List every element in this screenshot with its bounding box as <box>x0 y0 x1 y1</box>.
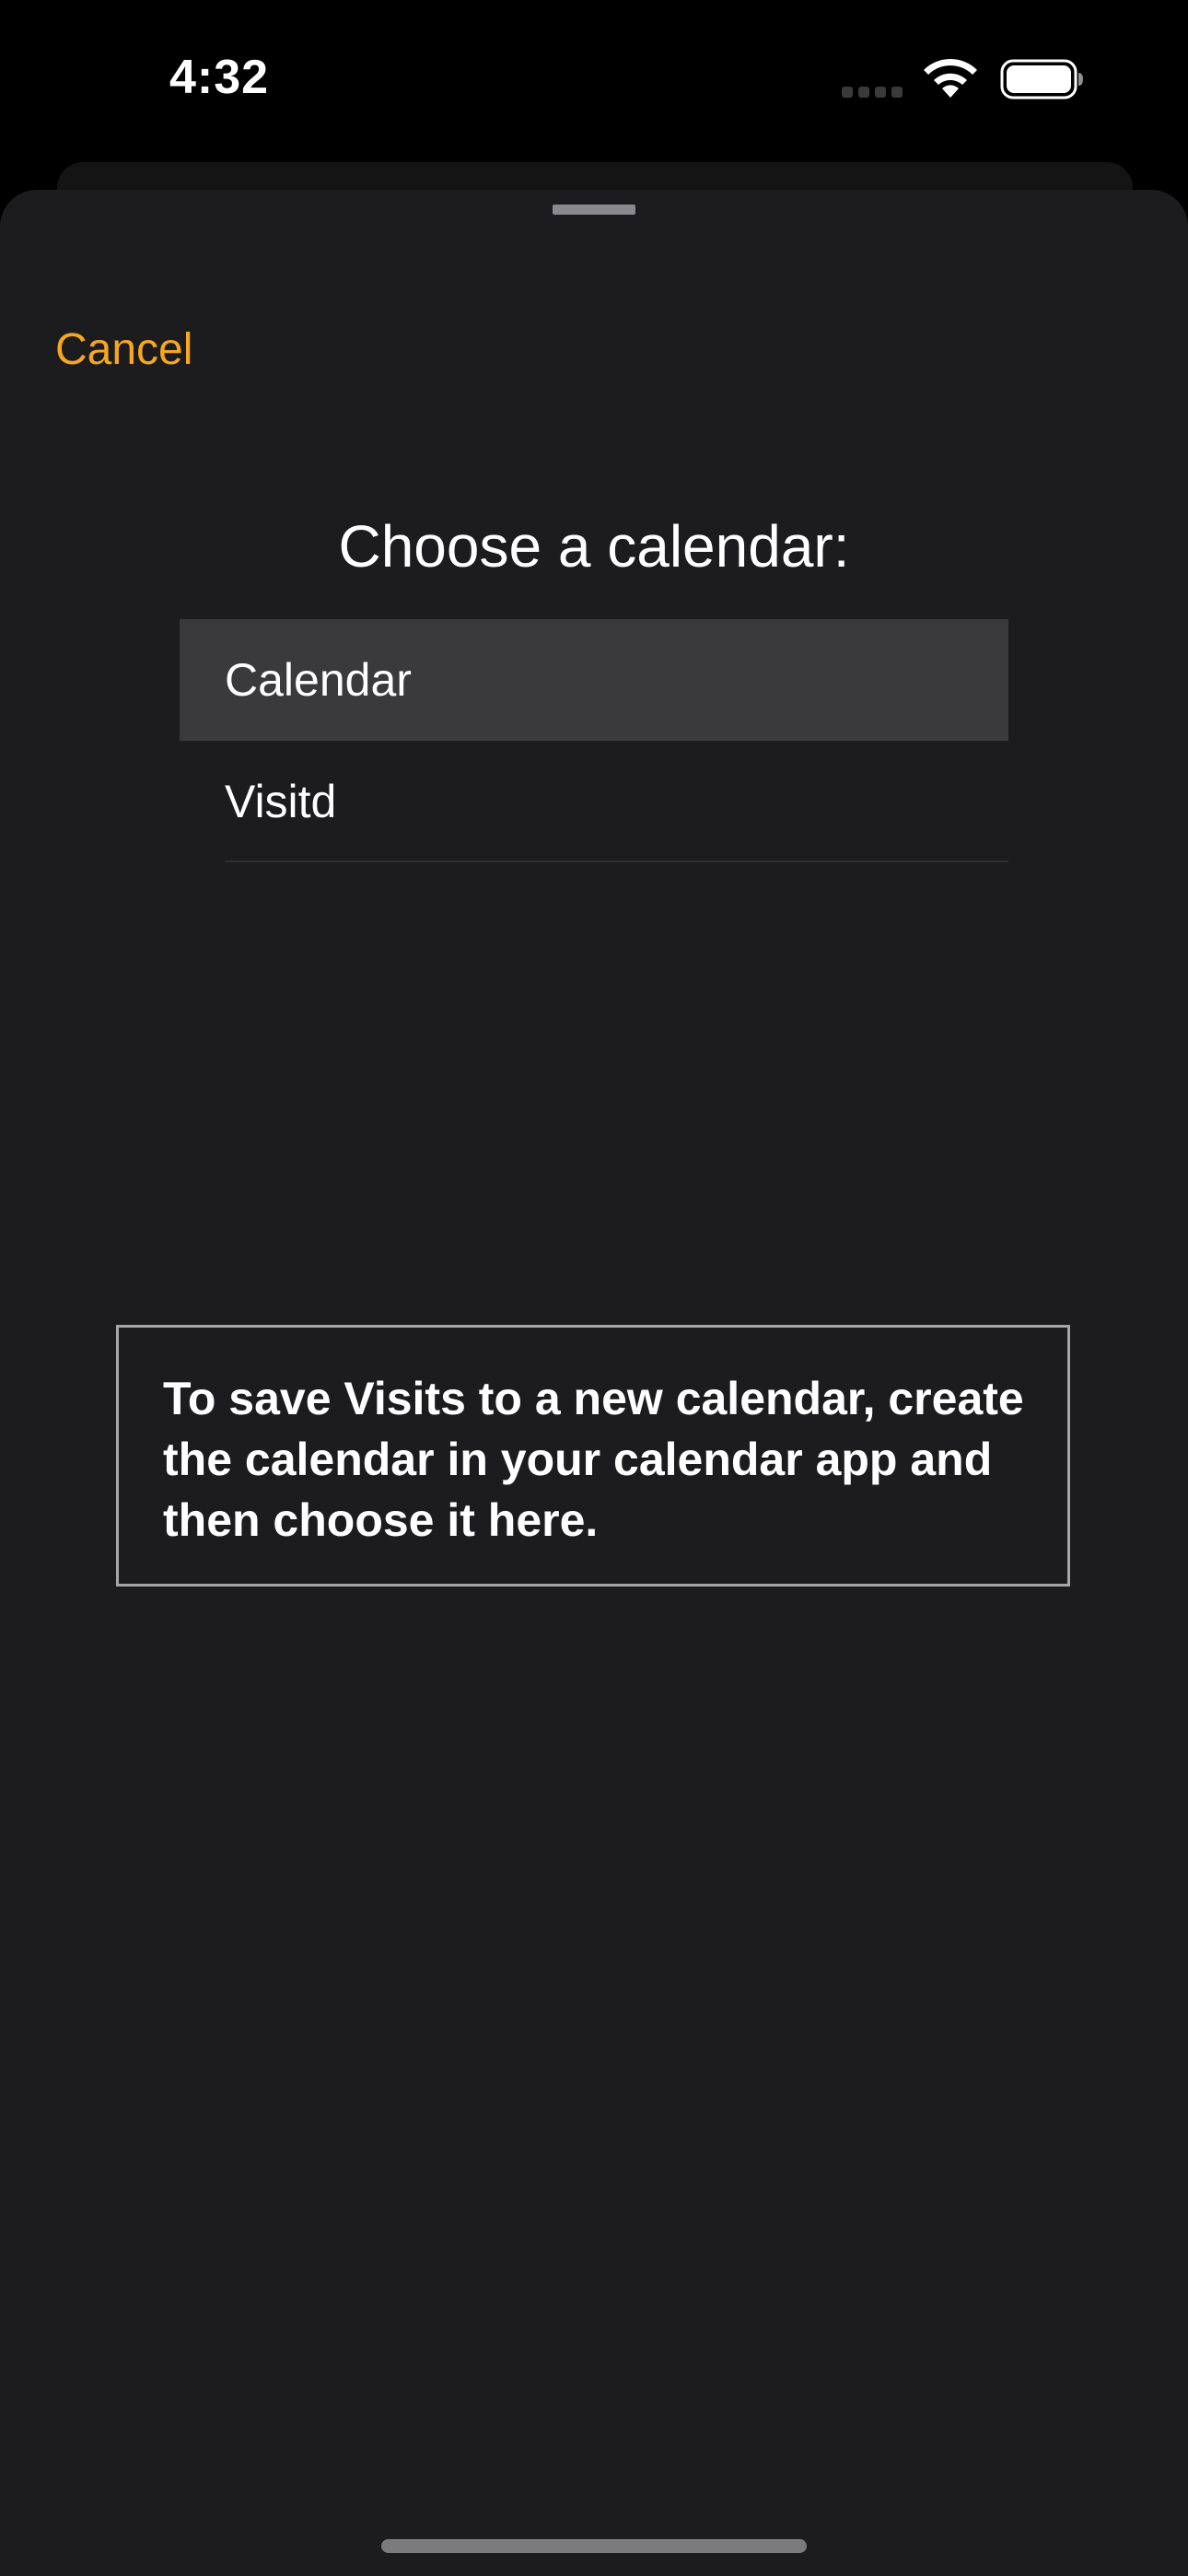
calendar-row-label: Calendar <box>225 654 412 706</box>
info-box: To save Visits to a new calendar, create… <box>116 1325 1070 1587</box>
calendar-picker-sheet: Cancel Choose a calendar: Calendar Visit… <box>0 190 1188 2576</box>
row-separator <box>225 861 1008 862</box>
signal-icon <box>842 87 903 98</box>
cancel-button[interactable]: Cancel <box>55 324 192 375</box>
wifi-icon <box>924 58 977 98</box>
info-text: To save Visits to a new calendar, create… <box>163 1373 1024 1546</box>
sheet-grabber[interactable] <box>553 205 635 215</box>
home-indicator[interactable] <box>381 2539 807 2553</box>
battery-icon <box>1000 59 1083 100</box>
status-time: 4:32 <box>169 51 270 104</box>
screen: 4:32 Cancel Choose a calendar: Calendar … <box>0 0 1188 2576</box>
calendar-row-calendar[interactable]: Calendar <box>180 619 1008 741</box>
page-title: Choose a calendar: <box>338 513 850 580</box>
calendar-row-label: Visitd <box>225 776 337 827</box>
calendar-list: Calendar Visitd <box>180 619 1008 862</box>
calendar-row-visitd[interactable]: Visitd <box>180 741 1008 862</box>
